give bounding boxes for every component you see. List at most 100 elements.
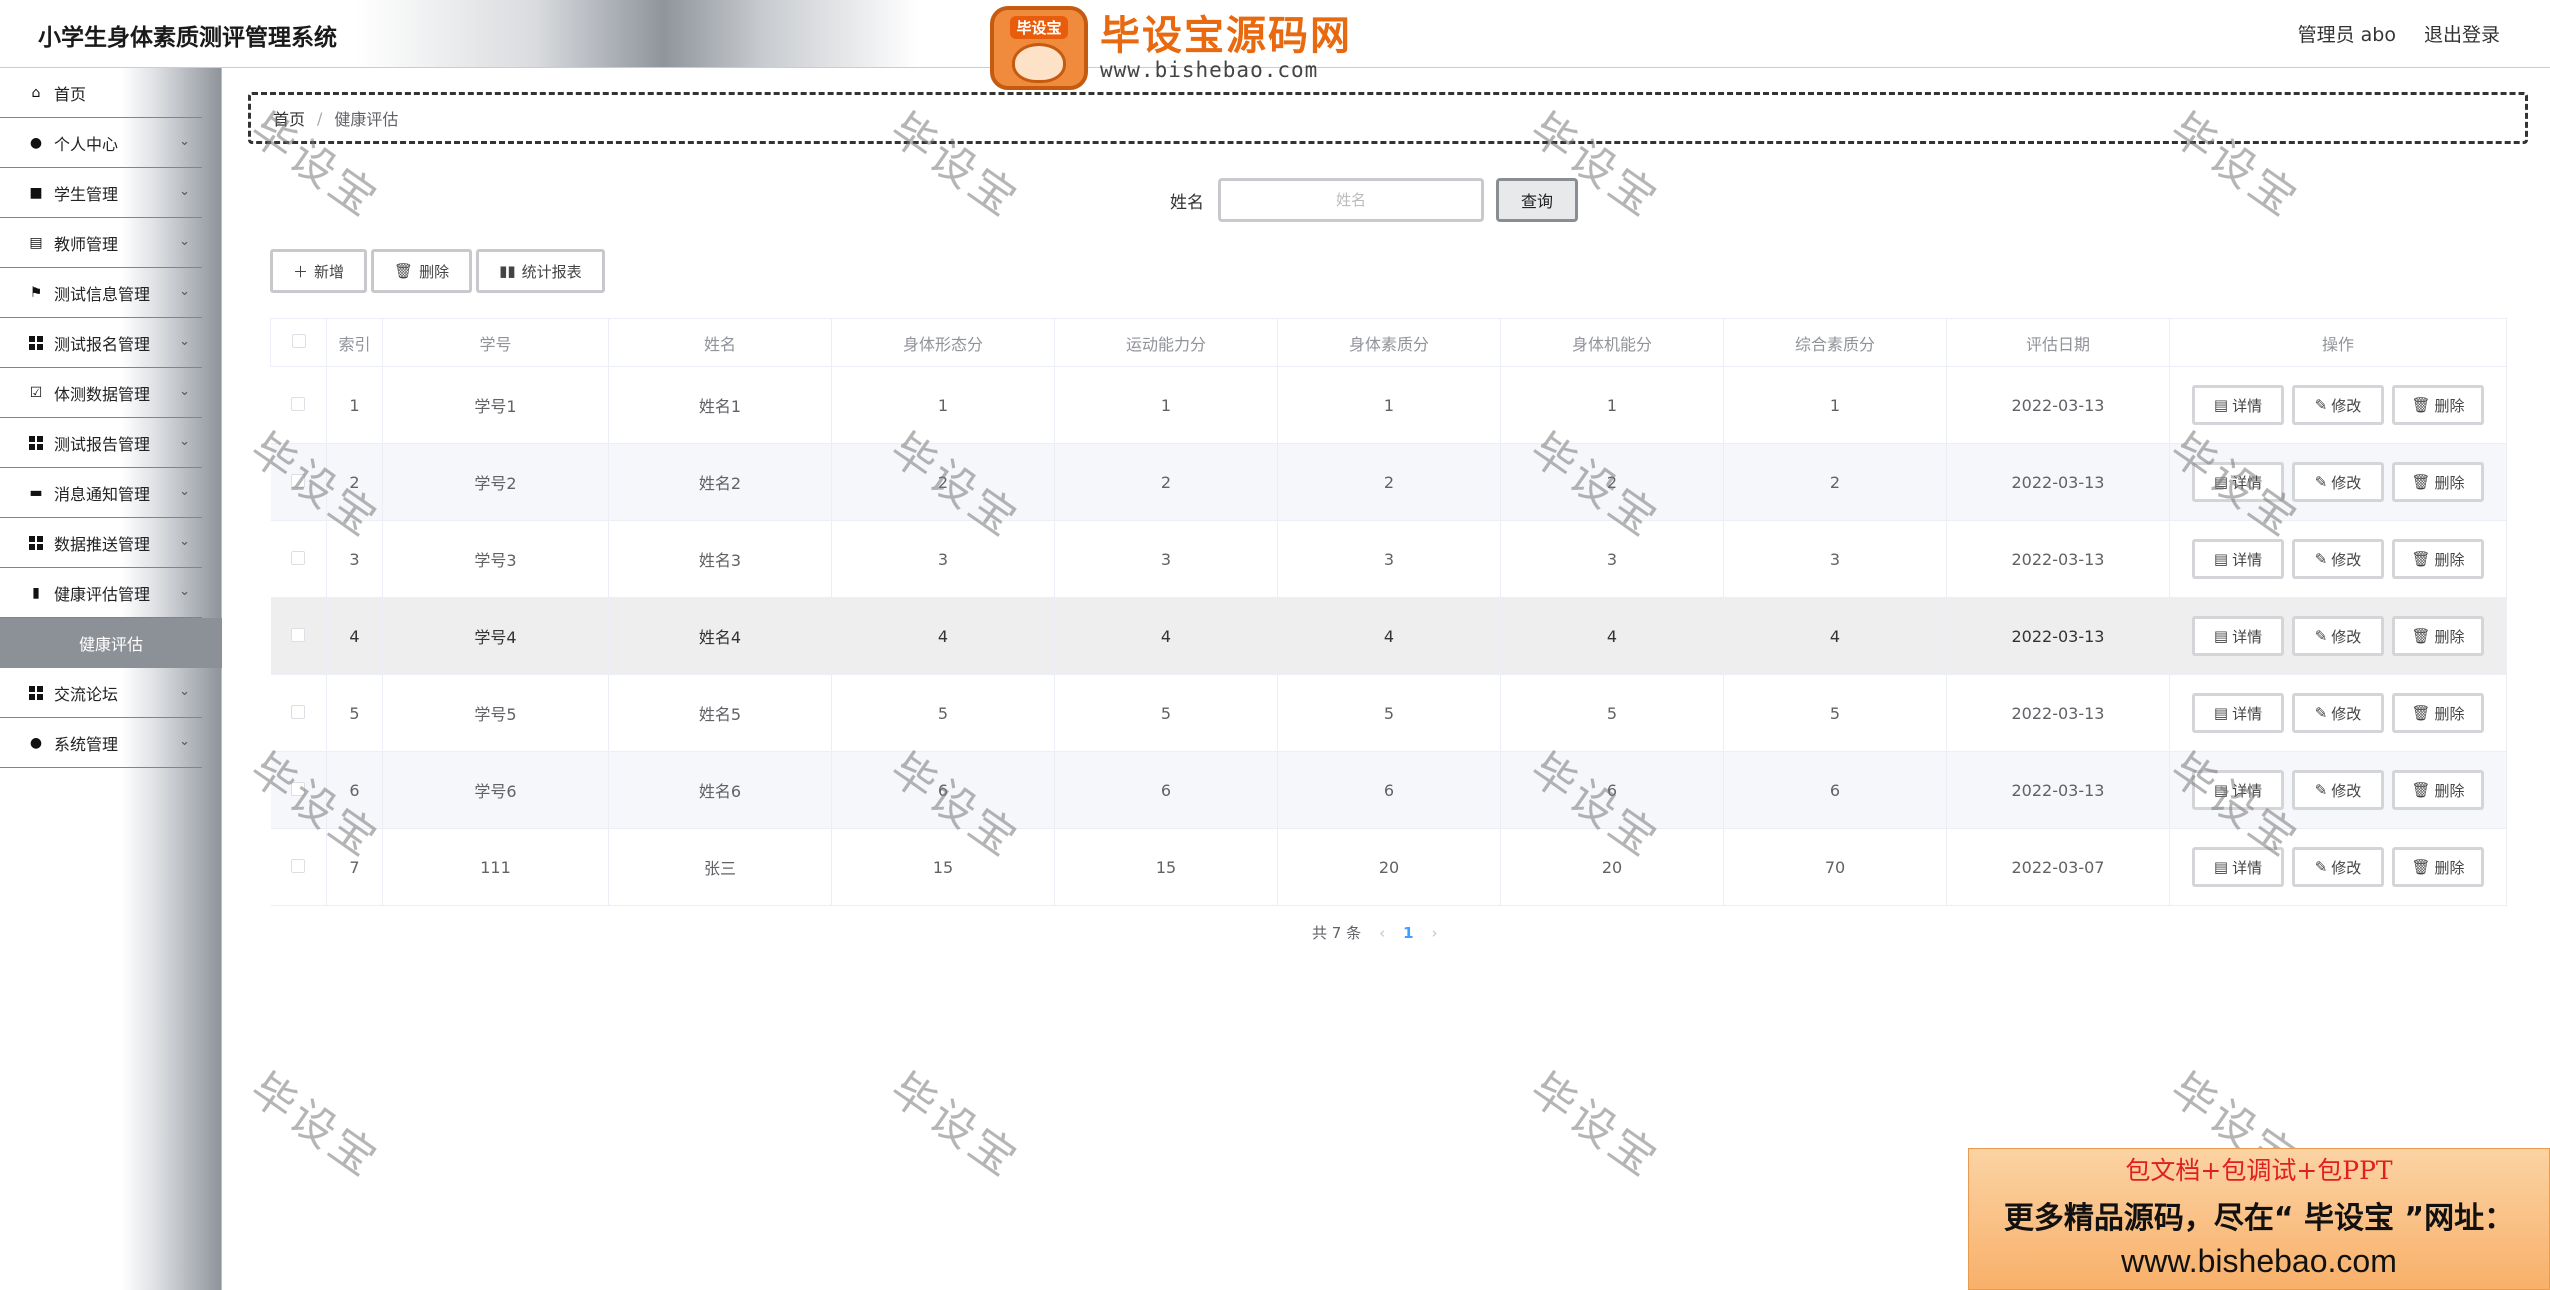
table-cell: 2022-03-13 [1946, 597, 2170, 675]
detail-button[interactable]: ▤ 详情 [2192, 462, 2284, 502]
edit-button[interactable]: ✎ 修改 [2292, 847, 2384, 887]
edit-button[interactable]: ✎ 修改 [2292, 385, 2384, 425]
logout-link[interactable]: 退出登录 [2424, 20, 2500, 47]
sidebar-item-12[interactable]: ● 系统管理 ⌄ [0, 718, 202, 768]
detail-button[interactable]: ▤ 详情 [2192, 385, 2284, 425]
ad-line-3: www.bishebao.com [2121, 1243, 2397, 1279]
delete-button[interactable]: 🗑 删除 [2392, 616, 2484, 656]
table-row[interactable]: 7 111 张三 15 15 20 20 70 2022-03-07 ▤ 详情 ✎ 修改 🗑 删除 [270, 828, 2507, 906]
sidebar-item-11[interactable]: 交流论坛 ⌄ [0, 668, 202, 718]
row-checkbox[interactable] [291, 704, 306, 719]
edit-button[interactable]: ✎ 修改 [2292, 770, 2384, 810]
sidebar-item-3[interactable]: ▤ 教师管理 ⌄ [0, 218, 202, 268]
data-table: 索引 学号 姓名 身体形态分 运动能力分 身体素质分 身体机能分 综合素质分 评估日期 操作 1学… [270, 318, 2507, 906]
breadcrumb-home[interactable]: 首页 [273, 106, 305, 130]
next-page-icon[interactable]: › [1432, 924, 1438, 942]
sidebar-item-4[interactable]: ⚑ 测试信息管理 ⌄ [0, 268, 202, 318]
document-icon: ▤ [2213, 550, 2229, 568]
edit-button-label: 修改 [2331, 550, 2362, 569]
home-icon: ⌂ [31, 84, 41, 101]
chevron-down-icon: ⌄ [179, 134, 190, 149]
action-toolbar: ＋ 新增 🗑 删除 ▮▮ 统计报表 [270, 249, 605, 293]
chevron-down-icon: ⌄ [179, 334, 190, 349]
table-cell: 5 [1054, 674, 1278, 752]
detail-button-label: 详情 [2232, 627, 2263, 646]
ad-banner[interactable]: 包文档+包调试+包PPT 更多精品源码，尽在“ 毕设宝 ”网址： www.bis… [1968, 1148, 2550, 1290]
admin-label[interactable]: 管理员 abo [2298, 20, 2396, 47]
delete-button-label: 删除 [419, 262, 450, 281]
sidebar-item-9[interactable]: 数据推送管理 ⌄ [0, 518, 202, 568]
table-cell: 2 [1723, 443, 1947, 521]
table-cell: 1 [1723, 366, 1947, 444]
delete-button[interactable]: 🗑 删除 [2392, 539, 2484, 579]
sidebar-item-8[interactable]: ▬ 消息通知管理 ⌄ [0, 468, 202, 518]
row-checkbox[interactable] [291, 550, 306, 565]
sidebar-item-label: 体测数据管理 [54, 384, 151, 404]
chevron-down-icon: ⌄ [179, 384, 190, 399]
detail-button[interactable]: ▤ 详情 [2192, 539, 2284, 579]
site-logo: 毕设宝 毕设宝源码网 www.bishebao.com [990, 4, 1370, 92]
add-button-label: 新增 [314, 262, 345, 281]
pagination-total: 共 7 条 [1312, 924, 1362, 942]
delete-button[interactable]: 🗑 删除 [2392, 770, 2484, 810]
table-cell: 2 [326, 443, 383, 521]
table-cell: 学号5 [382, 674, 609, 752]
edit-button[interactable]: ✎ 修改 [2292, 693, 2384, 733]
table-row[interactable]: 4 学号4 姓名4 4 4 4 4 4 2022-03-13 ▤ 详情 ✎ 修改 🗑 删除 [270, 597, 2507, 675]
table-row[interactable]: 1 学号1 姓名1 1 1 1 1 1 2022-03-13 ▤ 详情 ✎ 修改 🗑 删除 [270, 366, 2507, 444]
row-checkbox[interactable] [291, 473, 306, 488]
row-actions: ▤ 详情 ✎ 修改 🗑 删除 [2169, 674, 2507, 752]
detail-button[interactable]: ▤ 详情 [2192, 616, 2284, 656]
table-cell: 5 [1723, 674, 1947, 752]
page-number[interactable]: 1 [1403, 924, 1413, 942]
table-row[interactable]: 5 学号5 姓名5 5 5 5 5 5 2022-03-13 ▤ 详情 ✎ 修改 🗑 删除 [270, 674, 2507, 752]
detail-button[interactable]: ▤ 详情 [2192, 847, 2284, 887]
name-search-input[interactable] [1218, 178, 1484, 222]
row-checkbox[interactable] [291, 627, 306, 642]
edit-button[interactable]: ✎ 修改 [2292, 462, 2384, 502]
sidebar-item-5[interactable]: 测试报名管理 ⌄ [0, 318, 202, 368]
column-header: 综合素质分 [1723, 318, 1947, 367]
delete-button[interactable]: 🗑 删除 [2392, 847, 2484, 887]
detail-button[interactable]: ▤ 详情 [2192, 770, 2284, 810]
sidebar-item-label: 数据推送管理 [54, 534, 151, 554]
watermark-text: 毕设宝 [240, 1063, 389, 1188]
watermark-text: 毕设宝 [1520, 1063, 1669, 1188]
row-checkbox[interactable] [291, 781, 306, 796]
sidebar-item-label: 学生管理 [54, 184, 119, 204]
batch-delete-button[interactable]: 🗑 删除 [371, 249, 473, 293]
delete-button[interactable]: 🗑 删除 [2392, 385, 2484, 425]
sidebar-item-2[interactable]: ■ 学生管理 ⌄ [0, 168, 202, 218]
report-button[interactable]: ▮▮ 统计报表 [476, 249, 605, 293]
row-checkbox[interactable] [291, 858, 306, 873]
mascot-icon [1012, 42, 1066, 83]
breadcrumb: 首页 / 健康评估 [248, 92, 2528, 144]
search-button[interactable]: 查询 [1496, 178, 1578, 222]
add-button[interactable]: ＋ 新增 [270, 249, 368, 293]
sidebar-item-6[interactable]: ☑ 体测数据管理 ⌄ [0, 368, 202, 418]
select-all-checkbox[interactable] [291, 334, 306, 348]
table-cell: 姓名2 [608, 443, 832, 521]
sidebar-subitem-active[interactable]: 健康评估 [0, 618, 222, 668]
sidebar-item-7[interactable]: 测试报告管理 ⌄ [0, 418, 202, 468]
sidebar-item-10[interactable]: ▮ 健康评估管理 ⌄ [0, 568, 202, 618]
table-row[interactable]: 3 学号3 姓名3 3 3 3 3 3 2022-03-13 ▤ 详情 ✎ 修改 🗑 删除 [270, 520, 2507, 598]
column-header: 身体形态分 [831, 318, 1055, 367]
delete-button[interactable]: 🗑 删除 [2392, 693, 2484, 733]
edit-button[interactable]: ✎ 修改 [2292, 616, 2384, 656]
table-row[interactable]: 6 学号6 姓名6 6 6 6 6 6 2022-03-13 ▤ 详情 ✎ 修改 🗑 删除 [270, 751, 2507, 829]
delete-button[interactable]: 🗑 删除 [2392, 462, 2484, 502]
table-row[interactable]: 2 学号2 姓名2 2 2 2 2 2 2022-03-13 ▤ 详情 ✎ 修改 🗑 删除 [270, 443, 2507, 521]
detail-button-label: 详情 [2232, 704, 2263, 723]
edit-button[interactable]: ✎ 修改 [2292, 539, 2384, 579]
table-cell: 6 [1277, 751, 1501, 829]
row-select-cell [270, 828, 327, 906]
sidebar-item-0[interactable]: ⌂ 首页 [0, 68, 202, 118]
row-checkbox[interactable] [291, 396, 306, 411]
column-header: 操作 [2169, 318, 2507, 367]
sidebar-item-1[interactable]: ● 个人中心 ⌄ [0, 118, 202, 168]
prev-page-icon[interactable]: ‹ [1379, 924, 1385, 942]
document-icon: ▤ [2213, 858, 2229, 876]
detail-button[interactable]: ▤ 详情 [2192, 693, 2284, 733]
chevron-down-icon: ⌄ [179, 434, 190, 449]
